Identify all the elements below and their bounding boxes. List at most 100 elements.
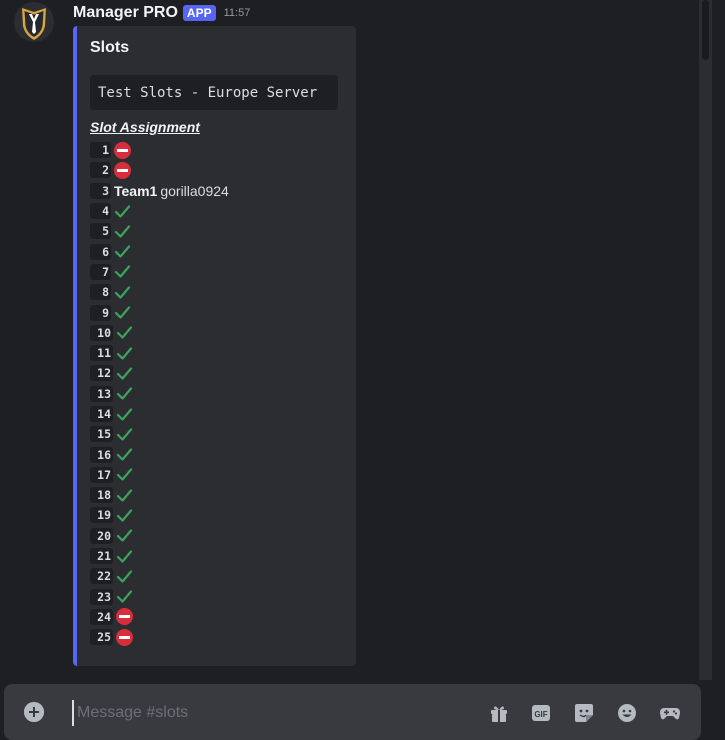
sticker-icon [575,704,593,722]
add-attachment-button[interactable] [24,702,44,722]
chat-area: Manager PRO APP 11:57 Slots Test Slots -… [0,0,712,680]
slot-number: 19 [90,507,113,524]
slot-number: 7 [90,263,111,280]
slot-assignment-heading: Slot Assignment [90,119,200,135]
sticker-button[interactable] [573,702,595,724]
slot-row: 20 [90,526,229,546]
emoji-button[interactable] [616,702,638,724]
check-mark-icon [116,347,133,360]
slot-row: 8 [90,282,229,302]
slot-row: 15 [90,424,229,444]
slot-number: 10 [90,324,113,341]
slot-row: 14 [90,404,229,424]
check-mark-icon [116,509,133,522]
slot-number: 16 [90,446,113,463]
gift-icon [491,706,507,722]
check-mark-icon [116,428,133,441]
slot-content [116,324,133,341]
slot-content [114,304,131,321]
slot-row: 13 [90,384,229,404]
slot-content [116,628,133,646]
gif-icon: GIF [532,705,550,721]
slot-content [116,588,133,605]
check-mark-icon [114,204,131,218]
slot-content [116,365,133,382]
slot-row: 4 [90,201,229,221]
slot-row: 5 [90,221,229,241]
slot-row: 21 [90,546,229,566]
author-name[interactable]: Manager PRO [73,4,178,22]
slot-row: 11 [90,343,229,363]
slot-number: 13 [90,385,113,402]
slot-content [116,568,133,585]
gamepad-icon [660,708,680,720]
check-mark-icon [114,286,131,299]
slots-embed: Slots Test Slots - Europe Server Slot As… [73,26,356,666]
slot-content [114,284,131,301]
check-mark-icon [116,570,133,583]
check-mark-icon [116,367,133,380]
slot-number: 14 [90,406,113,422]
slot-content [114,203,131,220]
slot-row: 7 [90,262,229,282]
check-mark-icon [116,590,133,603]
check-mark-icon [116,407,133,421]
slot-content [116,406,133,423]
slot-content [114,161,131,179]
team-name: Team1 [114,182,158,199]
slot-row: 9 [90,302,229,322]
slot-content [114,223,131,240]
check-mark-icon [116,549,133,563]
slot-number: 4 [90,203,111,220]
scrollbar-track[interactable] [699,0,712,680]
slot-number: 15 [90,426,113,443]
check-mark-icon [116,489,133,502]
slot-content [116,426,133,443]
slot-row: 25 [90,627,229,647]
gift-button[interactable] [488,702,510,724]
embed-title: Slots [90,39,130,56]
check-mark-icon [116,448,133,461]
slot-number: 12 [90,365,113,382]
slot-content [116,446,133,463]
slot-list: 1 2 3 Team1 gorilla0924 4 5 6 7 8 9 10 11 12 13 14 15 16 1… [90,140,229,647]
check-mark-icon [116,326,133,339]
check-mark-icon [116,387,133,400]
slot-number: 8 [90,284,111,301]
slot-row: 2 [90,160,229,180]
slot-number: 24 [90,608,113,625]
slot-content [116,345,133,362]
slot-row: 10 [90,323,229,343]
app-badge: APP [182,5,216,21]
plus-circle-icon [24,702,44,722]
shield-logo-icon [14,2,54,42]
slot-content [116,527,133,544]
slot-content [116,487,133,504]
bot-avatar[interactable] [14,2,54,42]
no-entry-icon [114,141,131,159]
slot-number: 3 [90,182,111,199]
no-entry-icon [116,628,133,646]
no-entry-icon [116,608,133,626]
slot-row: 18 [90,485,229,505]
slot-row: 1 [90,140,229,160]
check-mark-icon [114,245,131,258]
slot-number: 17 [90,466,113,483]
code-block: Test Slots - Europe Server [90,75,338,110]
slot-content [114,141,131,159]
slot-row: 19 [90,505,229,525]
slot-number: 11 [90,345,113,362]
slot-content [116,466,133,483]
gif-button[interactable]: GIF [530,702,552,724]
apps-button[interactable] [659,702,681,724]
slot-content [116,548,133,565]
player-name: gorilla0924 [160,182,229,199]
slot-row: 23 [90,587,229,607]
slot-number: 20 [90,527,113,544]
emoji-icon [618,704,636,722]
timestamp[interactable]: 11:57 [224,7,251,19]
slot-number: 9 [90,304,111,321]
message-input[interactable] [72,700,409,726]
scrollbar-thumb[interactable] [702,0,709,60]
slot-number: 22 [90,568,113,585]
